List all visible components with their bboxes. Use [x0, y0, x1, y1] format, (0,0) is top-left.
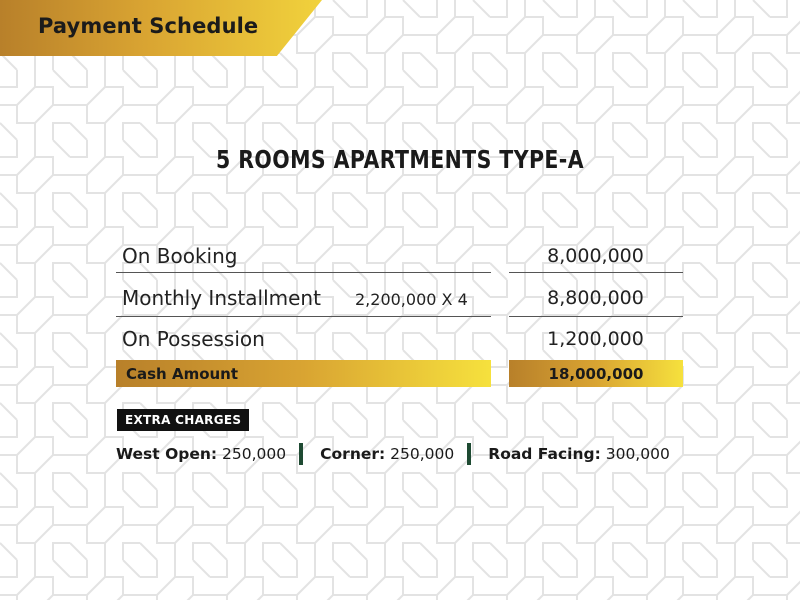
page-title: Payment Schedule — [38, 14, 259, 38]
charge-road-facing: Road Facing: 300,000 — [488, 445, 670, 463]
charge-name: Corner: — [320, 445, 386, 463]
charge-separator — [467, 443, 472, 465]
charge-corner: Corner: 250,000 — [320, 445, 454, 463]
charge-value: 250,000 — [390, 445, 455, 463]
charge-value: 250,000 — [222, 445, 287, 463]
header-banner: Payment Schedule — [0, 0, 322, 56]
extra-charges-list: West Open: 250,000 Corner: 250,000 Road … — [116, 443, 670, 465]
background-pattern — [0, 0, 800, 600]
extra-charges-badge: EXTRA CHARGES — [117, 409, 250, 431]
charge-value: 300,000 — [605, 445, 670, 463]
charge-name: Road Facing: — [488, 445, 601, 463]
apartment-type-title: 5 ROOMS APARTMENTS TYPE-A — [215, 145, 585, 174]
charge-west-open: West Open: 250,000 — [116, 445, 286, 463]
charge-name: West Open: — [116, 445, 218, 463]
charge-separator — [299, 443, 304, 465]
